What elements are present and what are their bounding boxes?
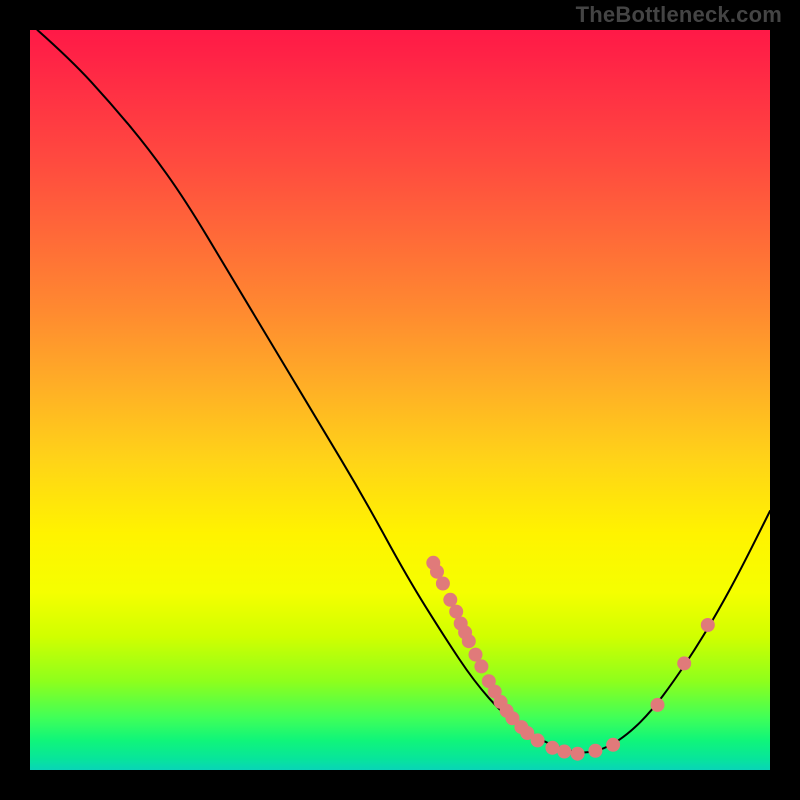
data-point [651, 698, 665, 712]
data-point [701, 618, 715, 632]
data-point [531, 733, 545, 747]
data-point [677, 656, 691, 670]
bottleneck-curve [37, 30, 770, 752]
data-point [545, 741, 559, 755]
plot-overlay [30, 30, 770, 770]
data-point [462, 634, 476, 648]
data-points-group [426, 556, 715, 761]
chart-container: TheBottleneck.com [0, 0, 800, 800]
data-point [557, 745, 571, 759]
data-point [588, 744, 602, 758]
data-point [474, 659, 488, 673]
data-point [436, 577, 450, 591]
data-point [449, 605, 463, 619]
data-point [571, 747, 585, 761]
data-point [606, 738, 620, 752]
watermark-text: TheBottleneck.com [576, 2, 782, 28]
